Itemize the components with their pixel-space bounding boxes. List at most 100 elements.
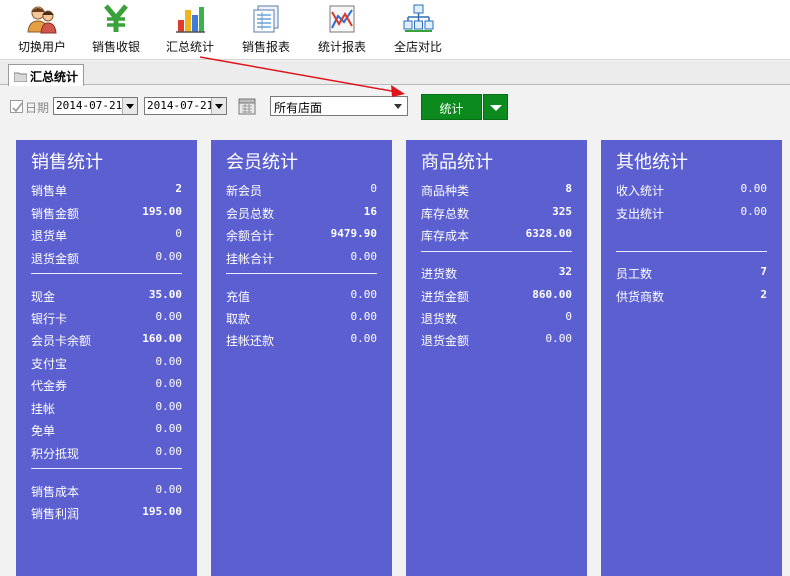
- stat-row: 销售成本 0.00: [31, 483, 182, 501]
- stat-row: 现金 35.00: [31, 288, 182, 306]
- stat-label: 现金: [31, 290, 56, 304]
- stat-value: 195.00: [142, 505, 182, 518]
- calendar-icon[interactable]: [238, 97, 256, 115]
- stat-row: 商品种类 8: [421, 182, 572, 200]
- date-to-picker[interactable]: 2014-07-21: [144, 97, 227, 115]
- stat-row: 退货金额 0.00: [421, 332, 572, 350]
- stat-label: 进货金额: [421, 290, 470, 304]
- stat-row: 挂帐合计 0.00: [226, 250, 377, 268]
- users-icon: [27, 6, 57, 34]
- date-from-dropdown-icon[interactable]: [122, 98, 137, 114]
- stat-row: 会员卡余额 160.00: [31, 332, 182, 350]
- chevron-down-icon: [394, 104, 402, 109]
- stat-label: 销售成本: [31, 485, 80, 499]
- tab-strip: 汇总统计: [0, 61, 790, 86]
- stat-label: 余额合计: [226, 229, 275, 243]
- stat-label: 进货数: [421, 267, 458, 281]
- date-checkbox[interactable]: [10, 100, 23, 113]
- divider: [31, 273, 182, 274]
- folder-icon: [14, 72, 27, 82]
- stat-value: 35.00: [148, 288, 182, 301]
- stat-value: 0.00: [155, 250, 183, 263]
- sales-stats-panel: 销售统计 销售单 2 销售金额 195.00 退货单 0 退货金额 0.00 现金 35.…: [16, 140, 197, 576]
- store-select[interactable]: 所有店面: [270, 96, 408, 116]
- stat-label: 退货金额: [31, 252, 80, 266]
- run-options-dropdown[interactable]: [483, 94, 508, 120]
- stat-label: 积分抵现: [31, 447, 80, 461]
- divider: [616, 251, 767, 252]
- tab-summary-stats-label: 汇总统计: [30, 70, 79, 84]
- stat-label: 新会员: [226, 184, 263, 198]
- stat-value: 8: [565, 182, 572, 195]
- stat-label: 商品种类: [421, 184, 470, 198]
- stat-row: 退货金额 0.00: [31, 250, 182, 268]
- stat-row: 余额合计 9479.90: [226, 227, 377, 245]
- stat-value: 9479.90: [330, 227, 377, 240]
- stat-label: 会员总数: [226, 207, 275, 221]
- store-select-value: 所有店面: [274, 101, 323, 115]
- stat-label: 库存总数: [421, 207, 470, 221]
- stat-label: 取款: [226, 312, 251, 326]
- stat-row: 销售金额 195.00: [31, 205, 182, 223]
- stat-value: 860.00: [532, 288, 572, 301]
- stat-label: 支出统计: [616, 207, 665, 221]
- sales-report-label: 销售报表: [241, 40, 290, 54]
- stat-row: 销售单 2: [31, 182, 182, 200]
- stat-row: 库存总数 325: [421, 205, 572, 223]
- stat-value: 0.00: [155, 310, 183, 323]
- stat-row: 进货数 32: [421, 265, 572, 283]
- stat-row: 取款 0.00: [226, 310, 377, 328]
- stat-row: 银行卡 0.00: [31, 310, 182, 328]
- sales-checkout-label: 销售收银: [91, 40, 140, 54]
- stat-row: 库存成本 6328.00: [421, 227, 572, 245]
- stat-value: 0.00: [350, 310, 378, 323]
- date-from-picker[interactable]: 2014-07-21: [53, 97, 138, 115]
- stat-value: 6328.00: [525, 227, 572, 240]
- switch-user-label: 切换用户: [17, 40, 66, 54]
- goods-stats-panel: 商品统计 商品种类 8 库存总数 325 库存成本 6328.00 进货数 32 进货金…: [406, 140, 587, 576]
- stat-value: 32: [558, 265, 572, 278]
- stat-value: 160.00: [142, 332, 182, 345]
- stat-label: 销售利润: [31, 507, 80, 521]
- stat-value: 195.00: [142, 205, 182, 218]
- stat-row: 进货金额 860.00: [421, 288, 572, 306]
- stat-row: 退货单 0: [31, 227, 182, 245]
- network-icon: [403, 4, 434, 32]
- stat-value: 325: [552, 205, 572, 218]
- run-stats-button[interactable]: 统计: [421, 94, 482, 120]
- store-compare-label: 全店对比: [393, 40, 442, 54]
- stat-label: 免单: [31, 424, 56, 438]
- goods-stats-title: 商品统计: [421, 152, 493, 173]
- stat-value: 0.00: [350, 288, 378, 301]
- member-stats-title: 会员统计: [226, 152, 298, 173]
- tab-summary-stats[interactable]: 汇总统计: [8, 64, 84, 86]
- other-stats-title: 其他统计: [616, 152, 688, 173]
- stat-value: 0.00: [155, 377, 183, 390]
- date-to-dropdown-icon[interactable]: [211, 98, 226, 114]
- store-compare-button[interactable]: 全店对比: [380, 0, 456, 60]
- stat-label: 银行卡: [31, 312, 68, 326]
- stat-value: 16: [363, 205, 377, 218]
- stat-label: 代金券: [31, 379, 68, 393]
- stat-row: 销售利润 195.00: [31, 505, 182, 523]
- stat-value: 0.00: [155, 445, 183, 458]
- stat-row: 充值 0.00: [226, 288, 377, 306]
- stat-row: 会员总数 16: [226, 205, 377, 223]
- stat-label: 销售金额: [31, 207, 80, 221]
- stat-value: 0.00: [350, 250, 378, 263]
- summary-stats-button[interactable]: 汇总统计: [152, 0, 228, 60]
- stat-label: 退货数: [421, 312, 458, 326]
- stat-row: 挂帐还款 0.00: [226, 332, 377, 350]
- stat-label: 退货金额: [421, 334, 470, 348]
- stats-report-label: 统计报表: [317, 40, 366, 54]
- sales-report-button[interactable]: 销售报表: [228, 0, 304, 60]
- stat-value: 0: [565, 310, 572, 323]
- stat-value: 0.00: [545, 332, 573, 345]
- filter-bar: 日期 2014-07-21 2014-07-21 所有店面 统计: [0, 86, 790, 136]
- sales-checkout-button[interactable]: 销售收银: [78, 0, 154, 60]
- stat-value: 2: [760, 288, 767, 301]
- stat-label: 收入统计: [616, 184, 665, 198]
- stat-label: 供货商数: [616, 290, 665, 304]
- switch-user-button[interactable]: 切换用户: [4, 0, 80, 60]
- stats-report-button[interactable]: 统计报表: [304, 0, 380, 60]
